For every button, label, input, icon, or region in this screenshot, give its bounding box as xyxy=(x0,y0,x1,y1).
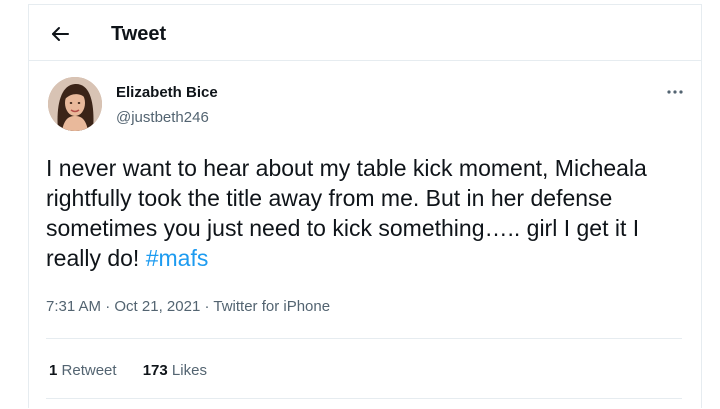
divider xyxy=(46,338,682,339)
likes-label: Likes xyxy=(171,362,207,379)
meta-separator: · xyxy=(200,298,214,315)
retweets-count: 1 xyxy=(49,362,58,379)
author-name[interactable]: Elizabeth Bice xyxy=(116,84,218,101)
avatar[interactable] xyxy=(48,77,102,131)
more-options-button[interactable] xyxy=(663,85,687,99)
page-title: Tweet xyxy=(111,23,167,45)
tweet-page: Tweet Elizabeth Bice @justbeth246 I neve… xyxy=(0,0,720,409)
profile-photo-icon xyxy=(48,77,102,131)
tweet-body: I never want to hear about my table kick… xyxy=(46,155,654,271)
author-handle[interactable]: @justbeth246 xyxy=(116,109,209,126)
tweet-date[interactable]: Oct 21, 2021 xyxy=(114,298,200,315)
tweet-text: I never want to hear about my table kick… xyxy=(46,153,686,273)
engagement-stats: 1 Retweet 173 Likes xyxy=(49,362,229,379)
retweets-label: Retweet xyxy=(61,362,117,379)
back-button[interactable] xyxy=(45,19,75,49)
tweet-metadata: 7:31 AM · Oct 21, 2021 · Twitter for iPh… xyxy=(46,298,330,315)
arrow-left-icon xyxy=(52,27,69,41)
divider xyxy=(46,398,682,399)
meta-separator: · xyxy=(101,298,115,315)
hashtag-link[interactable]: #mafs xyxy=(146,245,209,271)
likes-stat[interactable]: 173 Likes xyxy=(143,362,207,379)
page-header: Tweet xyxy=(29,5,701,61)
likes-count: 173 xyxy=(142,362,168,379)
tweet-panel: Tweet Elizabeth Bice @justbeth246 I neve… xyxy=(28,4,702,408)
more-horizontal-icon xyxy=(667,90,683,94)
tweet-source[interactable]: Twitter for iPhone xyxy=(213,298,330,315)
retweets-stat[interactable]: 1 Retweet xyxy=(49,362,117,379)
tweet-time[interactable]: 7:31 AM xyxy=(46,298,101,315)
